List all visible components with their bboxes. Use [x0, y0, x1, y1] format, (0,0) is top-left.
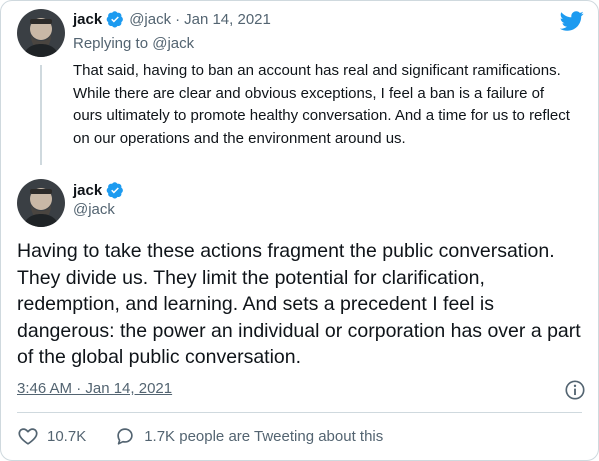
author-handle[interactable]: @jack	[129, 11, 171, 28]
author-handle[interactable]: @jack	[73, 201, 124, 218]
speech-bubble-icon	[117, 428, 133, 445]
avatar[interactable]	[17, 9, 65, 57]
tweet-actions: 10.7K 1.7K people are Tweeting about thi…	[17, 425, 383, 447]
replying-mention[interactable]: @jack	[152, 35, 194, 52]
thread-connector	[40, 65, 42, 165]
tweet-card: jack @jack · Jan 14, 2021 Replying to @j…	[0, 0, 599, 461]
main-tweet-header: jack @jack	[73, 181, 124, 218]
verified-badge-icon	[106, 11, 124, 28]
parent-tweet-header: jack @jack · Jan 14, 2021	[73, 10, 271, 28]
author-name[interactable]: jack	[73, 11, 102, 28]
heart-icon	[18, 428, 38, 445]
avatar[interactable]	[17, 179, 65, 227]
replying-to-line: Replying to @jack	[73, 35, 194, 52]
like-button[interactable]: 10.7K	[17, 425, 86, 447]
like-count: 10.7K	[47, 427, 87, 445]
info-icon[interactable]	[564, 379, 586, 401]
tweet-date[interactable]: Jan 14, 2021	[184, 11, 271, 28]
author-name[interactable]: jack	[73, 182, 102, 199]
separator-dot: ·	[175, 10, 181, 28]
twitter-logo-icon[interactable]	[559, 9, 584, 33]
parent-tweet-text: That said, having to ban an account has …	[73, 62, 570, 147]
main-tweet-text: Having to take these actions fragment th…	[17, 240, 581, 368]
conversation-count: 1.7K people are Tweeting about this	[144, 427, 384, 445]
divider	[17, 412, 582, 413]
replying-prefix: Replying to	[73, 35, 149, 52]
conversation-button[interactable]: 1.7K people are Tweeting about this	[114, 425, 383, 447]
tweet-timestamp[interactable]: 3:46 AM · Jan 14, 2021	[17, 380, 172, 397]
verified-badge-icon	[106, 182, 124, 199]
